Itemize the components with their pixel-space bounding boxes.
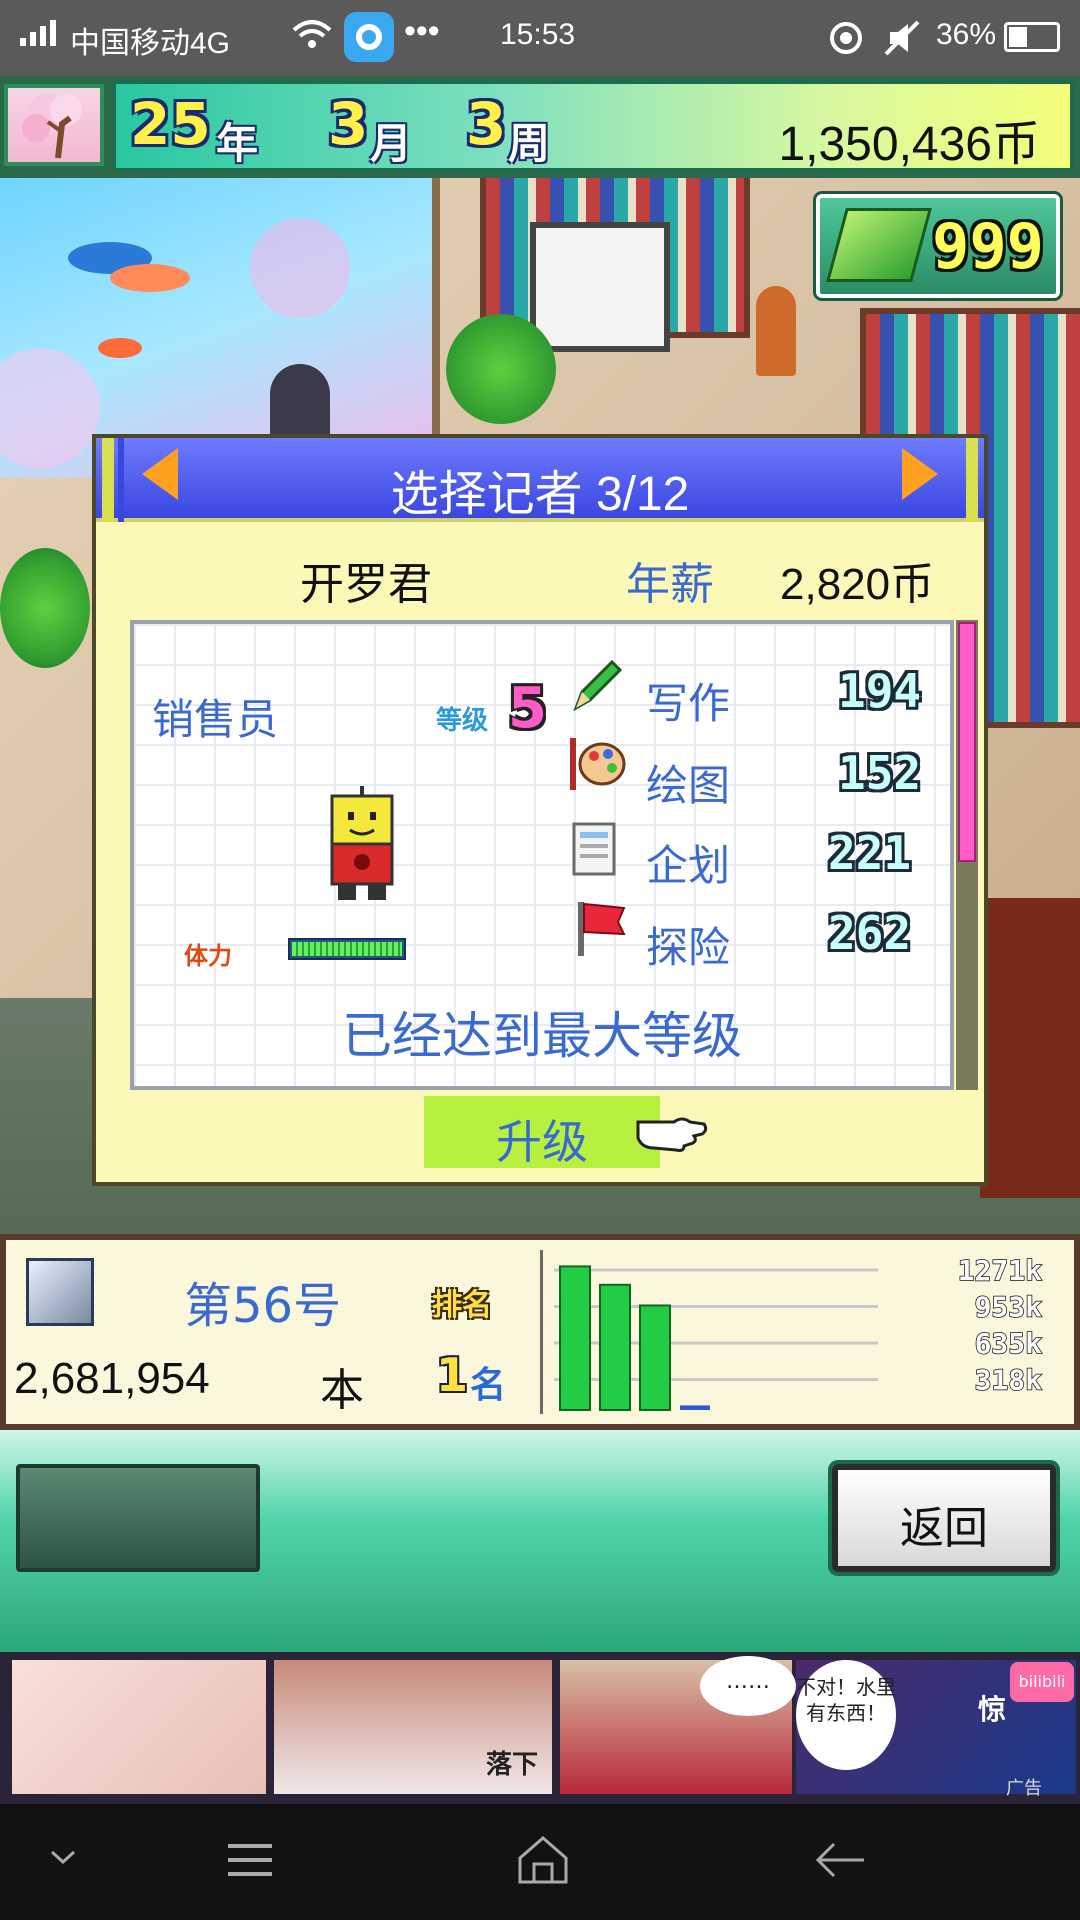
dialog-titlebar: 选择记者 3/12 <box>96 438 984 522</box>
mute-icon <box>884 20 920 56</box>
flag-icon <box>578 902 626 956</box>
max-level-message: 已经达到最大等级 <box>342 1007 742 1065</box>
pencil-icon <box>573 659 623 712</box>
back-nav-icon[interactable] <box>814 1840 868 1880</box>
carrier-label: 中国移动4G <box>70 27 231 60</box>
navigation-bar <box>0 1804 1080 1920</box>
chart-tick-label: 953k <box>975 1291 1043 1324</box>
upgrade-label: 升级 <box>496 1115 588 1169</box>
plant-icon <box>0 548 90 668</box>
wifi-icon <box>292 20 332 48</box>
salary-value: 2,820币 <box>780 560 935 609</box>
chart-tick-label: 635k <box>975 1327 1043 1360</box>
ad-panel[interactable] <box>12 1660 266 1794</box>
stat-label-planning: 企划 <box>646 841 731 890</box>
salary-label: 年薪 <box>626 559 714 610</box>
magazine-cover-icon <box>26 1258 94 1326</box>
money-amount: 1,350,436币 <box>778 118 1040 171</box>
sales-unit: 本 <box>320 1365 364 1416</box>
menu-icon[interactable] <box>226 1842 274 1878</box>
sakura-tree-icon[interactable] <box>4 84 104 166</box>
rank-badge: 排名 <box>432 1288 492 1323</box>
battery-percent: 36% <box>936 18 997 51</box>
carpet <box>980 898 1080 1198</box>
palette-icon <box>570 738 626 790</box>
app-notification-icon <box>344 12 394 62</box>
week-unit: 周 <box>508 119 551 168</box>
plant-icon <box>446 314 556 424</box>
status-bar: 中国移动4G ••• 15:53 36% <box>0 0 1080 76</box>
speech-bubble: …… <box>700 1656 796 1716</box>
date-bar: 25 年 3 月 3 周 1,350,436币 <box>112 80 1074 172</box>
book-count: 999 <box>932 210 1044 283</box>
year-number: 25 <box>130 90 211 158</box>
chart-bar <box>680 1405 710 1410</box>
reporter-name: 开罗君 <box>300 559 432 610</box>
back-button[interactable]: 返回 <box>832 1464 1056 1572</box>
scrollbar-thumb[interactable] <box>958 622 976 862</box>
stat-value-planning: 221 <box>828 826 912 880</box>
year-unit: 年 <box>216 119 259 168</box>
sales-count: 2,681,954 <box>14 1354 210 1403</box>
level-value: 5 <box>508 676 547 741</box>
clock-icon <box>756 286 796 376</box>
level-label: 等级 <box>436 706 489 736</box>
battery-icon <box>1004 22 1060 52</box>
home-icon[interactable] <box>516 1834 570 1884</box>
whiteboard <box>530 222 670 352</box>
stat-label-exploration: 探险 <box>646 923 731 972</box>
document-icon <box>572 822 616 876</box>
back-label: 返回 <box>900 1503 988 1554</box>
stat-label-drawing: 绘图 <box>646 761 731 810</box>
job-title: 销售员 <box>152 695 279 744</box>
chevron-down-icon[interactable] <box>48 1848 78 1868</box>
chart-tick-label: 318k <box>975 1364 1043 1397</box>
month-number: 3 <box>328 90 369 158</box>
month-unit: 月 <box>370 119 413 168</box>
more-dots-icon: ••• <box>404 12 440 50</box>
issue-number: 第56号 <box>184 1278 342 1334</box>
aquarium <box>0 178 440 478</box>
bilibili-logo: bilibili <box>1010 1662 1074 1702</box>
staff-character <box>270 364 330 444</box>
signal-icon <box>20 20 56 46</box>
pointing-hand-icon <box>636 1117 708 1152</box>
clock: 15:53 <box>500 18 576 51</box>
dialog-title: 选择记者 3/12 <box>390 468 690 521</box>
speech-bubble: 不对！水里有东西！ <box>796 1660 896 1770</box>
stamina-fill <box>292 942 402 956</box>
stat-value-writing: 194 <box>838 664 922 718</box>
ad-label: 广告 <box>1006 1778 1042 1799</box>
sales-chart: 1271k 953k635k 318k <box>554 1253 1043 1412</box>
stat-value-exploration: 262 <box>828 906 912 960</box>
ad-caption: 惊 <box>978 1693 1007 1726</box>
rank-value: 1 <box>436 1348 469 1402</box>
empty-button-slot[interactable] <box>16 1464 260 1572</box>
chart-tick-label: 1271k <box>958 1254 1042 1287</box>
upgrade-button[interactable]: 升级 <box>424 1096 660 1169</box>
stamina-label: 体力 <box>184 942 232 970</box>
panel-divider <box>540 1250 543 1414</box>
chart-bar <box>639 1304 671 1412</box>
ad-caption: 落下 <box>486 1750 539 1780</box>
location-icon <box>830 22 862 54</box>
reporter-character <box>330 786 394 900</box>
chart-bar <box>599 1283 631 1411</box>
week-number: 3 <box>466 90 507 158</box>
stat-value-drawing: 152 <box>838 746 922 800</box>
rank-unit: 名 <box>470 1365 507 1406</box>
stat-label-writing: 写作 <box>646 679 731 728</box>
chart-bar <box>559 1265 591 1411</box>
